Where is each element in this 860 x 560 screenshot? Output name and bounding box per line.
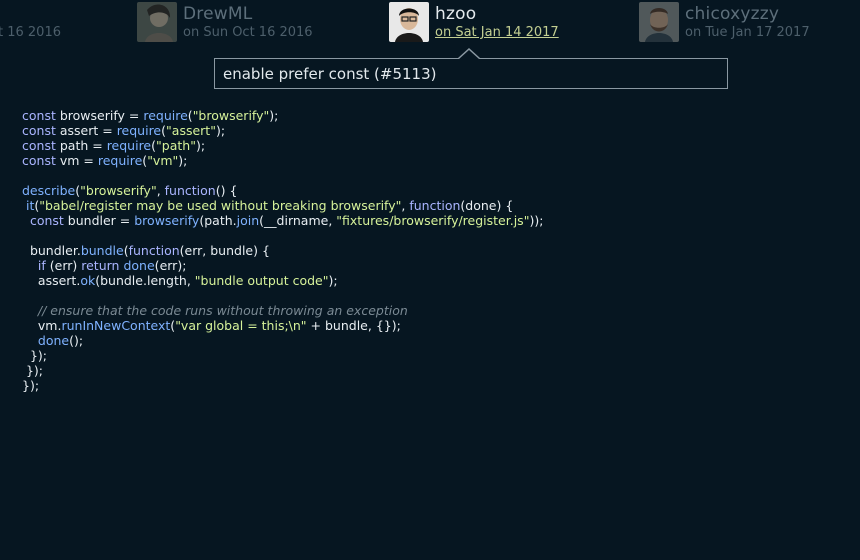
code-view: const browserify = require("browserify")… <box>22 108 543 393</box>
code-line: const assert = require("assert"); <box>22 123 226 138</box>
commit-date[interactable]: on Sun Oct 16 2016 <box>183 25 313 40</box>
tooltip-arrow-inner <box>459 50 479 59</box>
code-line: // ensure that the code runs without thr… <box>37 303 408 318</box>
commit-timeline: t 16 2016 DrewML on Sun Oct 16 2016 hzoo… <box>0 0 860 48</box>
code-line: const path = require("path"); <box>22 138 206 153</box>
avatar[interactable] <box>639 2 679 42</box>
code-line: if (err) return done(err); <box>37 258 187 273</box>
avatar[interactable] <box>389 2 429 42</box>
commit-author: chicoxyzzy <box>685 4 780 24</box>
code-line: describe("browserify", function() { <box>22 183 238 198</box>
code-line: const browserify = require("browserify")… <box>22 108 279 123</box>
commit-author: DrewML <box>183 4 253 24</box>
code-line: it("babel/register may be used without b… <box>25 198 514 213</box>
commit-author: hzoo <box>435 4 477 24</box>
commit-date-partial[interactable]: t 16 2016 <box>0 25 61 40</box>
avatar[interactable] <box>137 2 177 42</box>
code-line: }); <box>22 378 40 393</box>
commit-message: enable prefer const (#5113) <box>223 65 437 83</box>
code-line: assert.ok(bundle.length, "bundle output … <box>37 273 338 288</box>
code-line: const bundler = browserify(path.join(__d… <box>29 213 544 228</box>
code-line: }); <box>22 363 44 378</box>
code-line: done(); <box>37 333 84 348</box>
code-line: const vm = require("vm"); <box>22 153 188 168</box>
commit-date[interactable]: on Tue Jan 17 2017 <box>685 25 810 40</box>
commit-date[interactable]: on Sat Jan 14 2017 <box>435 25 559 40</box>
git-history-viewer: t 16 2016 DrewML on Sun Oct 16 2016 hzoo… <box>0 0 860 560</box>
code-line: vm.runInNewContext("var global = this;\n… <box>37 318 401 333</box>
code-line: }); <box>22 348 47 363</box>
commit-message-tooltip: enable prefer const (#5113) <box>214 58 728 89</box>
code-line: bundler.bundle(function(err, bundle) { <box>29 243 270 258</box>
